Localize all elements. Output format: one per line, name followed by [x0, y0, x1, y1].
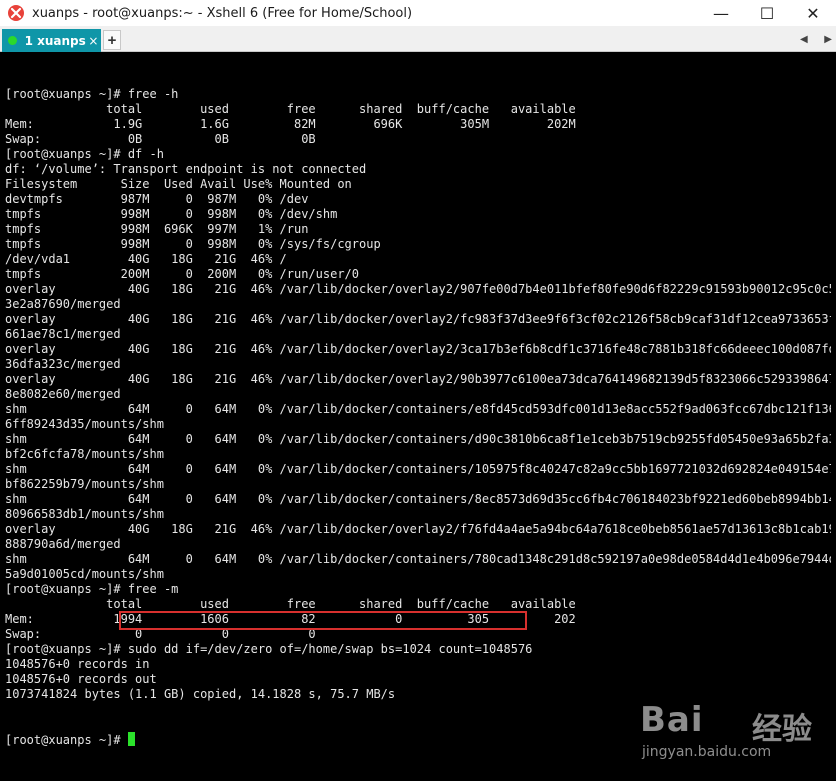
terminal-line: 3e2a87690/merged [5, 297, 121, 311]
tab-close-icon[interactable]: × [86, 34, 101, 48]
terminal-line: shm 64M 0 64M 0% /var/lib/docker/contain… [5, 462, 831, 476]
terminal-line: overlay 40G 18G 21G 46% /var/lib/docker/… [5, 312, 831, 326]
terminal-cursor [127, 732, 135, 746]
terminal-line: 5a9d01005cd/mounts/shm [5, 567, 164, 581]
terminal-line: Mem: 1.9G 1.6G 82M 696K 305M 202M [5, 117, 576, 131]
maximize-button[interactable]: ☐ [744, 0, 790, 26]
terminal-line: overlay 40G 18G 21G 46% /var/lib/docker/… [5, 522, 831, 536]
session-tab-bar: 1 xuanps × + ◀ ▶ [0, 26, 836, 52]
terminal-line: overlay 40G 18G 21G 46% /var/lib/docker/… [5, 282, 831, 296]
terminal-line: df: ‘/volume’: Transport endpoint is not… [5, 162, 367, 176]
terminal-output[interactable]: [root@xuanps ~]# free -h total used free… [5, 57, 831, 777]
terminal-line: tmpfs 998M 0 998M 0% /dev/shm [5, 207, 338, 221]
watermark-logo: Bai [640, 700, 704, 740]
terminal-line: [root@xuanps ~]# sudo dd if=/dev/zero of… [5, 642, 533, 656]
terminal-line: 8e8082e60/merged [5, 387, 121, 401]
terminal-line: 36dfa323c/merged [5, 357, 121, 371]
close-window-button[interactable]: ✕ [790, 0, 836, 26]
terminal-line: shm 64M 0 64M 0% /var/lib/docker/contain… [5, 552, 831, 566]
terminal-line: overlay 40G 18G 21G 46% /var/lib/docker/… [5, 342, 831, 356]
terminal-line: shm 64M 0 64M 0% /var/lib/docker/contain… [5, 402, 831, 416]
terminal-line: 661ae78c1/merged [5, 327, 121, 341]
terminal-line: [root@xuanps ~]# df -h [5, 147, 164, 161]
minimize-button[interactable]: — [698, 0, 744, 26]
terminal-line: tmpfs 200M 0 200M 0% /run/user/0 [5, 267, 360, 281]
terminal-line: 1048576+0 records in [5, 657, 150, 671]
terminal-line: shm 64M 0 64M 0% /var/lib/docker/contain… [5, 492, 831, 506]
tab-label: 1 xuanps [24, 33, 86, 48]
terminal-line: tmpfs 998M 0 998M 0% /sys/fs/cgroup [5, 237, 381, 251]
terminal-line: total used free shared buff/cache availa… [5, 597, 576, 611]
terminal-line: bf2c6fcfa78/mounts/shm [5, 447, 164, 461]
watermark-url: jingyan.baidu.com [642, 744, 772, 760]
terminal-lines: [root@xuanps ~]# free -h total used free… [5, 87, 831, 702]
terminal-line: [root@xuanps ~]# free -h [5, 87, 179, 101]
command-highlight-box [119, 611, 527, 630]
baidu-jingyan-watermark: Bai 经验 jingyan.baidu.com [640, 700, 830, 770]
terminal-line: Filesystem Size Used Avail Use% Mounted … [5, 177, 352, 191]
title-bar: xuanps - root@xuanps:~ - Xshell 6 (Free … [0, 0, 836, 26]
terminal-line: shm 64M 0 64M 0% /var/lib/docker/contain… [5, 432, 831, 446]
terminal-line: /dev/vda1 40G 18G 21G 46% / [5, 252, 287, 266]
watermark-logo-cn: 经验 [752, 712, 812, 747]
window-title: xuanps - root@xuanps:~ - Xshell 6 (Free … [32, 5, 413, 21]
terminal-line: tmpfs 998M 696K 997M 1% /run [5, 222, 309, 236]
xshell-app-icon [8, 5, 24, 21]
tab-scroll-right-icon[interactable]: ▶ [824, 34, 832, 45]
terminal-line: bf862259b79/mounts/shm [5, 477, 164, 491]
terminal-line: 888790a6d/merged [5, 537, 121, 551]
tab-scroll-left-icon[interactable]: ◀ [800, 34, 808, 45]
terminal-line: overlay 40G 18G 21G 46% /var/lib/docker/… [5, 372, 831, 386]
connected-status-icon [8, 36, 17, 45]
terminal-line: devtmpfs 987M 0 987M 0% /dev [5, 192, 309, 206]
add-tab-button[interactable]: + [103, 30, 121, 50]
terminal-line: 80966583db1/mounts/shm [5, 507, 164, 521]
session-tab-xuanps[interactable]: 1 xuanps × [2, 29, 101, 52]
terminal-line: Swap: 0B 0B 0B [5, 132, 316, 146]
terminal-line: [root@xuanps ~]# free -m [5, 582, 179, 596]
terminal-line: 6ff89243d35/mounts/shm [5, 417, 164, 431]
terminal-prompt: [root@xuanps ~]# [5, 733, 128, 747]
tab-nav-arrows: ◀ ▶ [800, 31, 832, 47]
terminal-line: total used free shared buff/cache availa… [5, 102, 576, 116]
terminal-line: 1048576+0 records out [5, 672, 157, 686]
